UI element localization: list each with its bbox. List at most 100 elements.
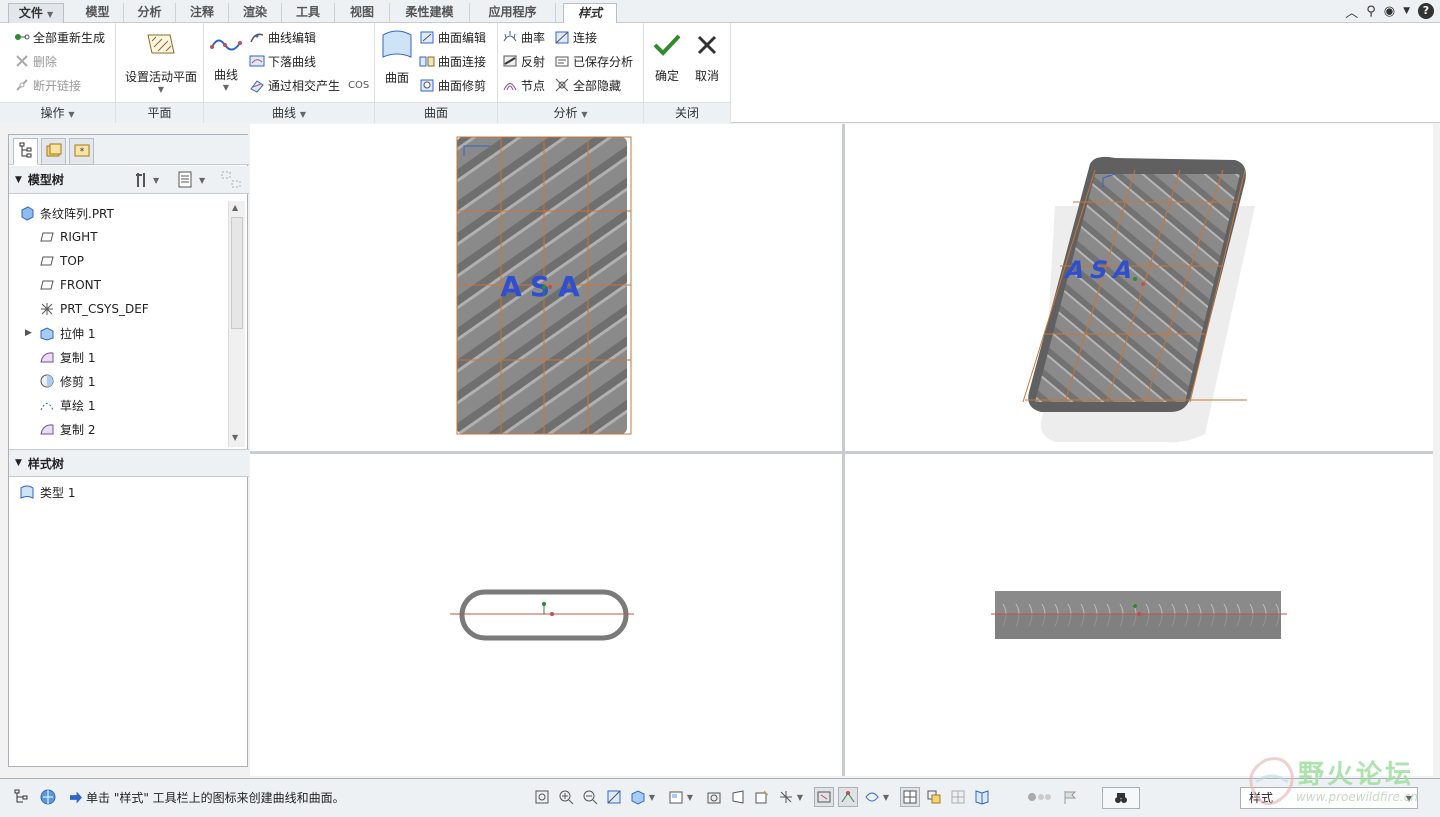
toggle-navigator-icon[interactable] (12, 787, 32, 807)
view-manager-icon[interactable] (704, 787, 724, 807)
tab-tools[interactable]: 工具 (282, 3, 335, 23)
tree-item-right[interactable]: RIGHT (39, 225, 98, 249)
tree-item-trim-1[interactable]: 修剪 1 (39, 369, 95, 393)
spin-center-icon[interactable] (752, 787, 772, 807)
tab-annotate[interactable]: 注释 (176, 3, 229, 23)
expand-icon[interactable]: ▶ (25, 328, 39, 338)
record-icon[interactable] (1026, 787, 1054, 807)
surface-trim-label: 曲面修剪 (438, 78, 487, 93)
flag-icon[interactable] (1060, 787, 1080, 807)
delete-button[interactable]: 删除 (14, 50, 57, 72)
tree-filter-icon[interactable]: ▼ (177, 171, 211, 192)
surface-connect-button[interactable]: 曲面连接 (419, 50, 486, 72)
curve-button[interactable]: 曲线 ▼ (208, 33, 244, 92)
group-operations-label[interactable]: 操作 ▼ (0, 102, 115, 123)
reflection-button[interactable]: 反射 (502, 50, 545, 72)
repaint-icon[interactable] (604, 787, 624, 807)
tab-render[interactable]: 渲染 (229, 3, 282, 23)
surface-trim-button[interactable]: 曲面修剪 (419, 74, 486, 96)
browser-icon[interactable] (38, 787, 58, 807)
viewport-divider-vertical[interactable] (842, 124, 845, 776)
surface-edit-button[interactable]: 曲面编辑 (419, 26, 486, 48)
connection-button[interactable]: 连接 (554, 26, 597, 48)
surface-button[interactable]: 曲面 (379, 29, 415, 86)
intersect-curve-button[interactable]: 通过相交产生 COS (249, 74, 369, 96)
tab-folder-browser[interactable] (41, 138, 66, 165)
tree-item-part[interactable]: 条纹阵列.PRT (19, 201, 114, 225)
curve-display-icon[interactable] (838, 787, 858, 807)
tree-item-csys[interactable]: PRT_CSYS_DEF (39, 297, 149, 321)
group-analysis-label[interactable]: 分析 ▼ (498, 102, 643, 123)
tree-item-top[interactable]: TOP (39, 249, 84, 273)
chevron-down-icon[interactable]: ▼ (794, 787, 806, 807)
saved-orientations-icon[interactable] (666, 787, 686, 807)
grid-icon[interactable] (924, 787, 944, 807)
tree-item-front[interactable]: FRONT (39, 273, 101, 297)
viewport-front[interactable] (250, 454, 842, 776)
saved-analysis-button[interactable]: 已保存分析 (554, 50, 633, 72)
tab-file[interactable]: 文件 ▼ (8, 3, 64, 23)
scroll-up-icon[interactable]: ▲ (232, 203, 238, 212)
four-views-icon[interactable] (900, 787, 920, 807)
datum-display-icon[interactable] (776, 787, 796, 807)
minimize-ribbon-icon[interactable]: ︿ (1345, 2, 1358, 21)
chevron-down-icon[interactable]: ▼ (684, 787, 696, 807)
curvature-label: 曲率 (521, 30, 546, 45)
display-style-icon[interactable] (628, 787, 648, 807)
break-link-icon (14, 77, 30, 93)
tab-favorites[interactable]: * (69, 138, 94, 165)
watermark-url: www.proewildfire.cn (1296, 790, 1418, 804)
viewport-side[interactable] (845, 454, 1433, 776)
show-columns-icon[interactable] (221, 171, 243, 192)
zoom-out-icon[interactable] (580, 787, 600, 807)
tab-style[interactable]: 样式 (563, 3, 617, 24)
viewport-divider-horizontal[interactable] (250, 451, 1433, 454)
drop-curve-button[interactable]: 下落曲线 (249, 50, 316, 72)
tab-flexible-modeling[interactable]: 柔性建模 (390, 3, 470, 23)
tab-analysis[interactable]: 分析 (124, 3, 176, 23)
chevron-down-icon[interactable]: ▼ (880, 787, 892, 807)
search-icon[interactable]: ⚲ (1366, 4, 1376, 19)
hide-all-button[interactable]: 全部隐藏 (554, 74, 621, 96)
style-view-icon[interactable] (814, 787, 834, 807)
set-active-plane-button[interactable]: 设置活动平面 ▼ (121, 31, 201, 94)
collapse-icon[interactable]: ▼ (15, 458, 22, 468)
chevron-down-icon[interactable]: ▼ (1403, 6, 1410, 16)
scroll-down-icon[interactable]: ▼ (232, 433, 238, 442)
help-icon[interactable]: ? (1418, 3, 1434, 19)
break-link-button[interactable]: 断开链接 (14, 74, 81, 96)
viewport-top[interactable]: ASA (250, 124, 842, 451)
collapse-icon[interactable]: ▼ (15, 175, 22, 185)
ok-button[interactable]: 确定 (650, 33, 684, 84)
curve-edit-button[interactable]: 曲线编辑 (249, 26, 316, 48)
tab-view[interactable]: 视图 (335, 3, 390, 23)
active-plane-display-icon[interactable] (862, 787, 882, 807)
viewport-isometric[interactable]: ASA (845, 124, 1433, 451)
book-icon[interactable] (972, 787, 992, 807)
model-tree-scrollbar[interactable]: ▲ ▼ (228, 201, 245, 447)
cancel-button[interactable]: 取消 (690, 33, 724, 84)
tab-applications[interactable]: 应用程序 (470, 3, 556, 23)
tree-settings-icon[interactable]: ▼ (135, 171, 163, 192)
perspective-icon[interactable] (728, 787, 748, 807)
curve-edit-icon (249, 29, 265, 45)
zoom-in-icon[interactable] (556, 787, 576, 807)
chevron-down-icon[interactable]: ▼ (646, 787, 658, 807)
node-button[interactable]: 节点 (502, 74, 545, 96)
curvature-button[interactable]: 曲率 (502, 26, 545, 48)
group-curve-label[interactable]: 曲线 ▼ (204, 102, 374, 123)
scrollbar-thumb[interactable] (231, 217, 243, 329)
tree-item-copy-2[interactable]: 复制 2 (39, 417, 95, 441)
tree-item-copy-1[interactable]: 复制 1 (39, 345, 95, 369)
tab-model-tree[interactable] (13, 138, 38, 165)
regenerate-all-button[interactable]: 全部重新生成 (14, 26, 105, 48)
tile-icon[interactable] (948, 787, 968, 807)
tree-item-sketch-1[interactable]: 草绘 1 (39, 393, 95, 417)
find-icon[interactable] (1102, 787, 1140, 809)
tab-model[interactable]: 模型 (72, 3, 124, 23)
community-icon[interactable]: ◉ (1384, 4, 1395, 19)
refit-icon[interactable] (532, 787, 552, 807)
tree-item-extrude[interactable]: ▶ 拉伸 1 (25, 321, 95, 345)
style-tree-item-type-1[interactable]: 类型 1 (19, 480, 75, 504)
cos-button[interactable]: COS (348, 80, 369, 91)
